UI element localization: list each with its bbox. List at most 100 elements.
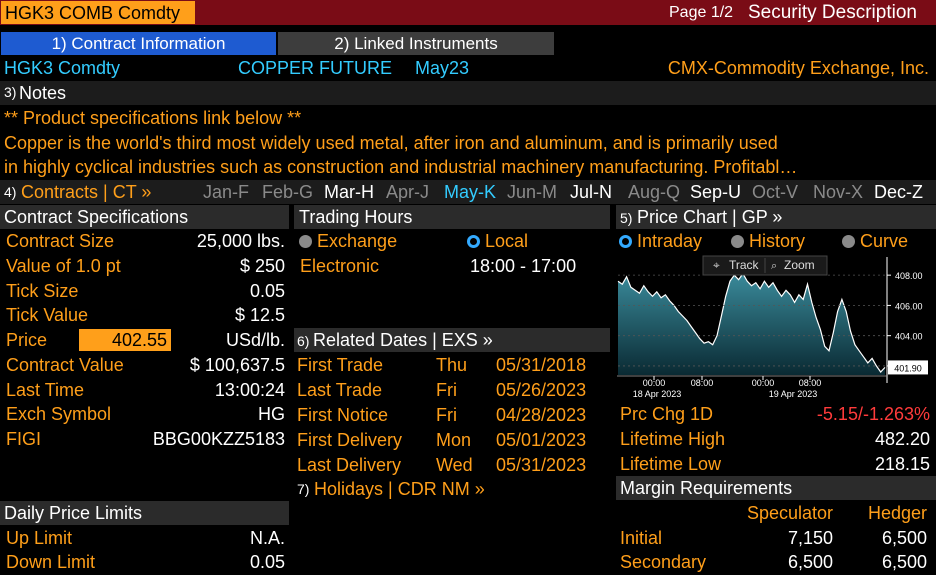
contract-month: May23: [415, 58, 470, 78]
exchange-time-option[interactable]: Exchange: [299, 232, 397, 250]
exch-symbol-value: HG: [258, 404, 285, 424]
notes-number: 3): [4, 84, 17, 100]
history-label: History: [749, 231, 806, 251]
contract-month-apr-j[interactable]: Apr-J: [386, 183, 429, 201]
hedger-header: Hedger: [867, 503, 927, 523]
session-label: Electronic: [300, 256, 380, 276]
initial-hedger: 6,500: [881, 528, 927, 548]
x-tick-date: 19 Apr 2023: [769, 389, 818, 399]
holidays-link[interactable]: Holidays | CDR NM »: [314, 480, 485, 498]
contracts-number: 4): [4, 184, 17, 200]
related-dates-link[interactable]: Related Dates | EXS »: [313, 331, 493, 349]
secondary-hedger: 6,500: [881, 552, 927, 572]
related-date-label: Last Delivery: [297, 455, 402, 475]
tick-size-value: 0.05: [249, 281, 285, 301]
session-hours: 18:00 - 17:00: [470, 256, 577, 276]
radio-unselected-icon: [842, 235, 855, 248]
last-time-label: Last Time: [6, 380, 85, 400]
related-date-day: Mon: [436, 430, 472, 450]
price-chart-link[interactable]: Price Chart | GP »: [637, 208, 782, 226]
up-limit-value: N.A.: [249, 528, 285, 548]
related-dates-number: 6): [297, 333, 310, 349]
intraday-label: Intraday: [637, 231, 703, 251]
x-tick-time: 08:00: [691, 378, 714, 388]
down-limit-value: 0.05: [249, 552, 285, 572]
holidays-number: 7): [297, 481, 310, 497]
contract-size-value: 25,000 lbs.: [196, 231, 285, 251]
exchange-name: CMX-Commodity Exchange, Inc.: [667, 58, 929, 78]
contract-month-sep-u[interactable]: Sep-U: [690, 183, 741, 201]
panel-divider: [289, 205, 294, 575]
related-date-date: 04/28/2023: [496, 405, 587, 425]
chart-svg: 408.00406.00404.00402.0000:0008:0000:000…: [617, 255, 931, 401]
curve-label: Curve: [860, 231, 909, 251]
secondary-label: Secondary: [620, 552, 707, 572]
up-limit-label: Up Limit: [6, 528, 73, 548]
tab-contract-information[interactable]: 1) Contract Information: [1, 32, 276, 55]
crosshair-icon: ⌖: [713, 258, 720, 272]
price-input[interactable]: 402.55: [79, 329, 171, 351]
daily-limits-title: Daily Price Limits: [4, 503, 143, 523]
prc-chg-label: Prc Chg 1D: [620, 404, 714, 424]
ticker-command-box[interactable]: HGK3 COMB Comdty: [1, 1, 195, 24]
contract-month-oct-v[interactable]: Oct-V: [752, 183, 798, 201]
related-date-day: Fri: [436, 405, 457, 425]
margin-title: Margin Requirements: [620, 478, 793, 498]
intraday-price-chart[interactable]: 408.00406.00404.00402.0000:0008:0000:000…: [617, 255, 931, 401]
initial-label: Initial: [620, 528, 663, 548]
contract-month-nov-x[interactable]: Nov-X: [813, 183, 863, 201]
contract-month-dec-z[interactable]: Dec-Z: [874, 183, 923, 201]
intraday-option[interactable]: Intraday: [619, 232, 702, 250]
contract-month-may-k[interactable]: May-K: [444, 183, 496, 201]
history-option[interactable]: History: [731, 232, 805, 250]
figi-value: BBG00KZZ5183: [152, 429, 285, 449]
down-limit-label: Down Limit: [6, 552, 96, 572]
exch-symbol-label: Exch Symbol: [6, 404, 112, 424]
contracts-link[interactable]: Contracts | CT »: [21, 183, 151, 201]
contract-month-feb-g[interactable]: Feb-G: [262, 183, 313, 201]
contract-month-jul-n[interactable]: Jul-N: [570, 183, 612, 201]
radio-selected-icon: [467, 235, 480, 248]
related-date-date: 05/26/2023: [496, 380, 587, 400]
related-date-label: Last Trade: [297, 380, 383, 400]
contract-month-jan-f[interactable]: Jan-F: [203, 183, 249, 201]
contract-month-mar-h[interactable]: Mar-H: [324, 183, 374, 201]
curve-option[interactable]: Curve: [842, 232, 908, 250]
contract-value-label: Contract Value: [6, 355, 124, 375]
security-name: COPPER FUTURE: [238, 58, 393, 78]
lifetime-high-value: 482.20: [874, 429, 930, 449]
prc-chg-value: -5.15/-1.263%: [816, 404, 930, 424]
lifetime-high-label: Lifetime High: [620, 429, 726, 449]
y-tick-label: 408.00: [895, 271, 923, 281]
related-date-day: Fri: [436, 380, 457, 400]
secondary-speculator: 6,500: [787, 552, 833, 572]
security-ticker: HGK3 Comdty: [4, 58, 121, 78]
figi-label: FIGI: [6, 429, 41, 449]
related-date-date: 05/31/2018: [496, 355, 587, 375]
contract-month-aug-q[interactable]: Aug-Q: [628, 183, 680, 201]
notes-link-line[interactable]: ** Product specifications link below **: [4, 109, 301, 127]
track-label: Track: [729, 258, 760, 272]
radio-selected-icon: [619, 235, 632, 248]
related-date-day: Thu: [436, 355, 468, 375]
page-indicator: Page 1/2: [669, 4, 734, 21]
notes-label[interactable]: Notes: [19, 84, 66, 102]
notes-text-line-2: in highly cyclical industries such as co…: [4, 157, 798, 177]
local-time-option[interactable]: Local: [467, 232, 528, 250]
price-unit: USd/lb.: [225, 330, 285, 350]
related-date-date: 05/31/2023: [496, 455, 587, 475]
x-tick-date: 18 Apr 2023: [633, 389, 682, 399]
screen-title: Security Description: [748, 2, 917, 23]
tab-linked-instruments[interactable]: 2) Linked Instruments: [278, 32, 554, 55]
radio-unselected-icon: [731, 235, 744, 248]
exchange-time-label: Exchange: [317, 231, 398, 251]
contract-month-jun-m[interactable]: Jun-M: [507, 183, 557, 201]
tick-size-label: Tick Size: [6, 281, 79, 301]
related-date-label: First Notice: [297, 405, 389, 425]
x-tick-time: 08:00: [799, 378, 822, 388]
related-date-label: First Delivery: [297, 430, 403, 450]
contract-size-label: Contract Size: [6, 231, 115, 251]
x-tick-time: 00:00: [643, 378, 666, 388]
radio-unselected-icon: [299, 235, 312, 248]
speculator-header: Speculator: [746, 503, 833, 523]
